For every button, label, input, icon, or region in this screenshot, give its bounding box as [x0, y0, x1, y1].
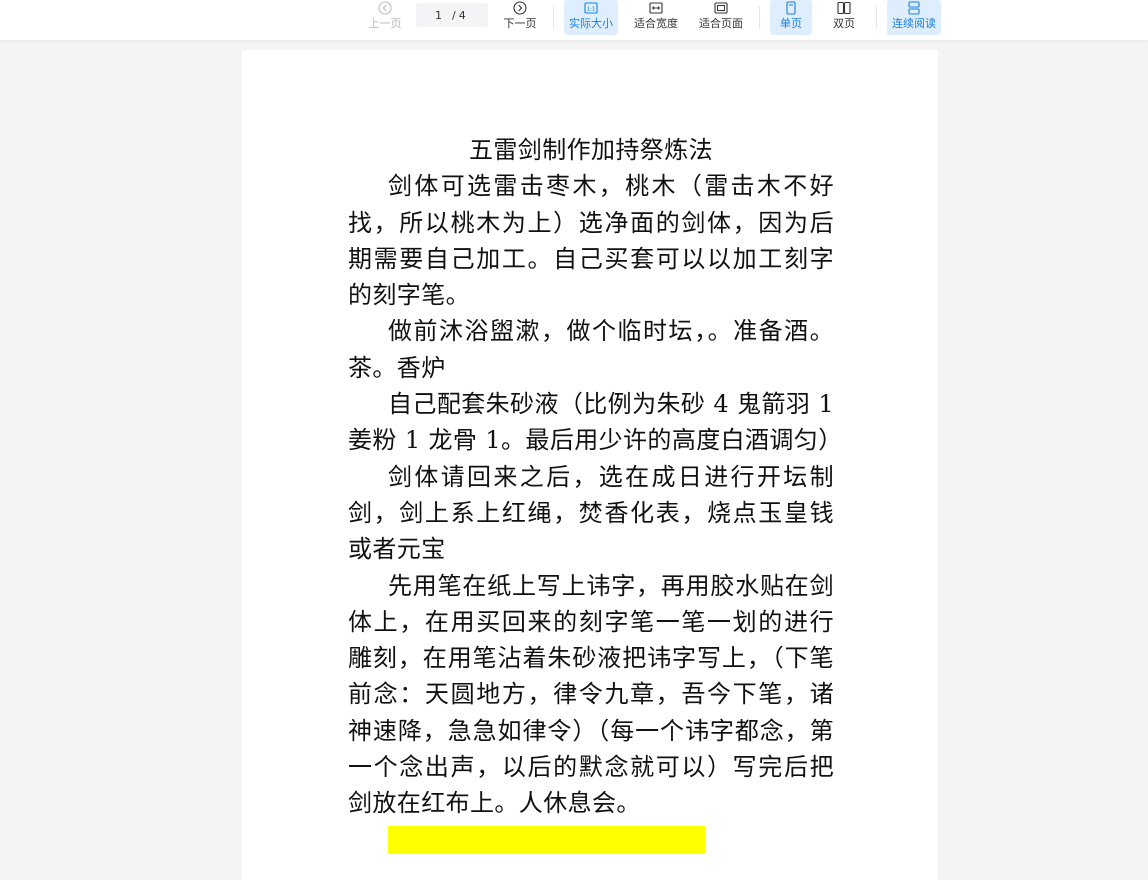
continuous-reading-button[interactable]: 连续阅读: [887, 0, 941, 35]
paragraph: 做前沐浴盥漱，做个临时坛，。准备酒。茶。香炉: [348, 317, 834, 382]
fit-width-button[interactable]: 适合宽度: [629, 0, 683, 35]
highlighted-paragraph-partial: [348, 822, 834, 858]
svg-text:1:1: 1:1: [587, 6, 596, 12]
document-body: 五雷剑制作加持祭炼法 剑体可选雷击枣木，桃木（雷击木不好找，所以桃木为上）选净面…: [348, 132, 843, 858]
actual-size-button[interactable]: 1:1 实际大小: [564, 0, 618, 35]
viewer-toolbar: 上一页 1 / 4 下一页 1:1 实际大小 适合宽度 适合页面 单页 双页 连…: [0, 0, 1148, 41]
paragraph: 剑体可选雷击枣木，桃木（雷击木不好找，所以桃木为上）选净面的剑体，因为后期需要自…: [348, 172, 834, 310]
prev-page-label: 上一页: [368, 17, 402, 30]
fit-page-button[interactable]: 适合页面: [694, 0, 748, 35]
fit-page-label: 适合页面: [699, 17, 743, 30]
single-page-icon: [786, 1, 796, 15]
document-title: 五雷剑制作加持祭炼法: [469, 136, 713, 164]
next-page-label: 下一页: [503, 17, 537, 30]
continuous-reading-label: 连续阅读: [892, 17, 936, 30]
paragraph: 剑体请回来之后，选在成日进行开坛制剑，剑上系上红绳，焚香化表，烧点玉皇钱或者元宝: [348, 462, 834, 564]
chevron-right-circle-icon: [513, 1, 527, 15]
single-page-label: 单页: [780, 17, 802, 30]
page-number-input[interactable]: 1 / 4: [416, 3, 488, 27]
fit-page-icon: [714, 2, 728, 14]
paragraph: 先用笔在纸上写上讳字，再用胶水贴在剑体上，在用买回来的刻字笔一笔一划的进行雕刻，…: [348, 571, 834, 818]
single-page-button[interactable]: 单页: [770, 0, 812, 35]
text-highlight: [388, 825, 706, 854]
double-page-label: 双页: [833, 17, 855, 30]
continuous-scroll-icon: [908, 1, 920, 15]
toolbar-divider: [759, 6, 760, 28]
document-page: 五雷剑制作加持祭炼法 剑体可选雷击枣木，桃木（雷击木不好找，所以桃木为上）选净面…: [242, 50, 938, 880]
actual-size-label: 实际大小: [569, 17, 613, 30]
toolbar-divider: [876, 6, 877, 28]
toolbar-divider: [553, 6, 554, 28]
paragraph: 自己配套朱砂液（比例为朱砂 4 鬼箭羽 1 姜粉 1 龙骨 1。最后用少许的高度…: [348, 390, 843, 455]
double-page-button[interactable]: 双页: [823, 0, 865, 35]
total-page-count: 4: [458, 8, 466, 22]
page-separator: /: [452, 8, 456, 22]
next-page-button[interactable]: 下一页: [500, 0, 540, 35]
fit-width-label: 适合宽度: [634, 17, 678, 30]
current-page-number: 1: [435, 8, 442, 22]
actual-size-icon: 1:1: [584, 2, 598, 14]
double-page-icon: [837, 1, 851, 15]
fit-width-icon: [649, 2, 663, 14]
chevron-left-circle-icon: [378, 1, 392, 15]
prev-page-button[interactable]: 上一页: [365, 0, 405, 35]
